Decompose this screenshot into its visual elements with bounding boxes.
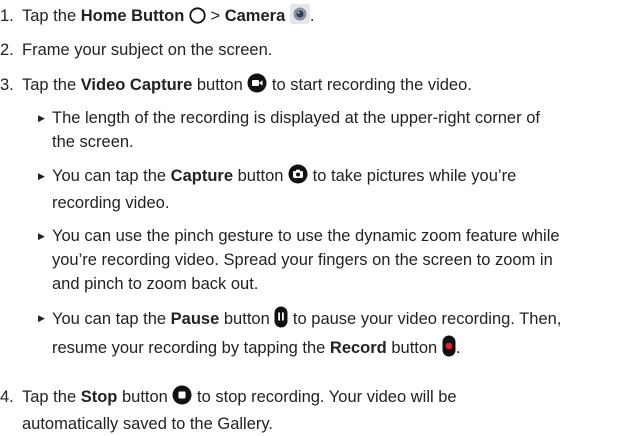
step-number: 2. [0,41,14,59]
record-icon [442,335,456,364]
pause-label: Pause [170,310,220,328]
camera-app-icon [289,4,310,31]
record-label: Record [329,339,387,357]
capture-label: Capture [170,167,234,185]
step-2: 2. Frame your subject on the screen. [0,38,272,62]
stop-label: Stop [80,388,118,406]
step-3: 3. Tap the Video Capture button to start … [0,73,472,100]
stop-icon [172,385,192,412]
bullet-arrow-icon: ▶ [38,231,45,241]
bullet-pinch-zoom: ▶ You can use the pinch gesture to use t… [38,224,638,296]
home-button-label: Home Button [80,7,185,25]
bullet-arrow-icon: ▶ [38,171,45,181]
bullet-capture-pictures: ▶ You can tap the Capture button to take… [38,164,638,215]
bullet-arrow-icon: ▶ [38,113,45,123]
bullet-arrow-icon: ▶ [38,313,45,323]
step-4: 4. Tap the Stop button to stop recording.… [0,385,457,436]
bullet-recording-length: ▶ The length of the recording is display… [38,106,638,154]
step-1: 1. Tap the Home Button > Camera . [0,4,314,31]
pause-icon [274,306,288,335]
camera-label: Camera [224,7,286,25]
step-number: 1. [0,7,14,25]
video-capture-icon [247,73,267,100]
step-number: 3. [0,76,14,94]
home-button-icon [189,7,206,31]
capture-camera-icon [288,164,308,191]
step-number: 4. [0,388,14,406]
video-capture-label: Video Capture [80,76,193,94]
bullet-pause-recording: ▶ You can tap the Pause button to pause … [38,306,638,364]
